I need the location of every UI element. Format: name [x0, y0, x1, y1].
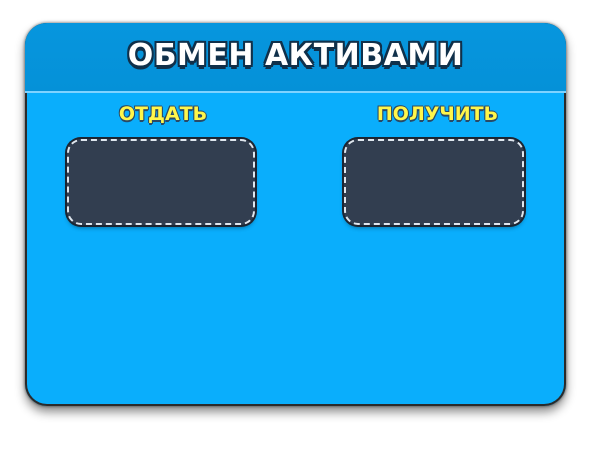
receive-asset-slot[interactable]: [344, 139, 524, 225]
panel-title: ОБМЕН АКТИВАМИ: [127, 37, 464, 73]
give-asset-slot[interactable]: [67, 139, 255, 225]
receive-label: ПОЛУЧИТЬ: [376, 103, 499, 125]
trade-screen: ОБМЕН АКТИВАМИ ОТДАТЬ ПОЛУЧИТЬ: [0, 0, 600, 465]
panel-header: ОБМЕН АКТИВАМИ: [25, 23, 566, 93]
give-label: ОТДАТЬ: [118, 103, 208, 125]
